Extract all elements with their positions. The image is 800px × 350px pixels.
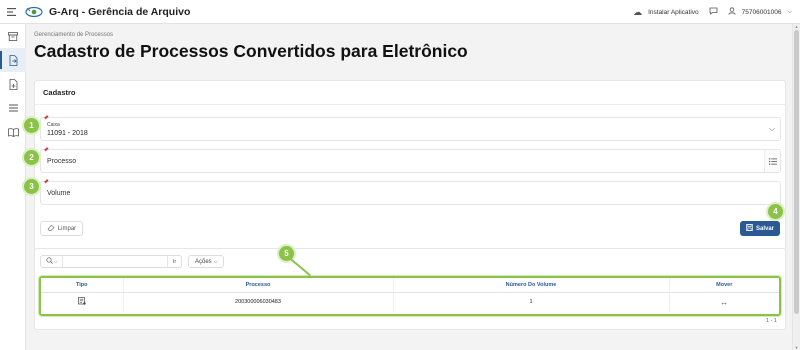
processo-cell: 200300006030483 <box>123 292 394 312</box>
section-title: Cadastro <box>35 81 785 105</box>
step-badge-3: 3 <box>24 179 39 194</box>
caixa-label: Caixa <box>47 122 60 128</box>
step-badge-4: 4 <box>768 204 783 219</box>
save-icon <box>746 224 753 233</box>
required-marker <box>44 147 50 153</box>
salvar-label: Salvar <box>755 225 774 232</box>
app-title: G-Arq - Gerência de Arquivo <box>49 5 191 18</box>
hamburger-menu-icon[interactable] <box>0 0 22 24</box>
col-header-mover[interactable]: Mover <box>669 278 779 293</box>
chevron-down-icon[interactable]: ⌵ <box>787 9 792 16</box>
chevron-down-icon: ⌵ <box>213 258 218 265</box>
search-group: ⌵ Ir <box>40 255 182 268</box>
table-header-row: Tipo Processo Número Do Volume Mover <box>41 278 779 293</box>
page-title: Cadastro de Processos Convertidos para E… <box>34 41 468 61</box>
sidebar-item-book[interactable] <box>0 120 26 144</box>
sidebar-item-process-conversion[interactable] <box>0 48 26 72</box>
app-logo-icon <box>24 5 44 19</box>
acoes-label: Ações <box>195 258 212 265</box>
tipo-cell <box>41 292 124 312</box>
user-id[interactable]: 75706001006 <box>742 9 782 16</box>
eraser-icon <box>47 224 55 233</box>
sidebar-item-list[interactable] <box>0 96 26 120</box>
document-list-icon <box>77 297 86 307</box>
table-toolbar: ⌵ Ir Ações ⌵ <box>40 255 225 268</box>
ir-button[interactable]: Ir <box>167 256 181 267</box>
pagination-info: 1 - 1 <box>765 318 777 324</box>
top-right-actions: ☁ Instalar Aplicativo 75706001006 ⌵ <box>633 0 792 24</box>
chevron-down-icon: ⌵ <box>53 258 58 265</box>
col-header-tipo[interactable]: Tipo <box>41 278 124 293</box>
main-content: Gerenciamento de Processos Cadastro de P… <box>24 24 792 350</box>
caixa-select[interactable]: Caixa 11091 - 2018 ⌵ <box>40 115 781 141</box>
search-input[interactable] <box>63 256 167 267</box>
cloud-download-icon[interactable]: ☁ <box>633 7 642 18</box>
step-badge-1: 1 <box>24 118 39 133</box>
sidebar-item-archive[interactable] <box>0 24 26 48</box>
mover-cell: ↔ <box>669 292 779 312</box>
caixa-value: 11091 - 2018 <box>47 130 88 137</box>
acoes-menu-button[interactable]: Ações ⌵ <box>188 255 225 268</box>
chat-icon[interactable] <box>709 7 718 17</box>
col-header-processo[interactable]: Processo <box>123 278 394 293</box>
processo-field[interactable]: Processo <box>40 147 781 173</box>
processo-placeholder: Processo <box>47 158 77 165</box>
top-bar: G-Arq - Gerência de Arquivo ☁ Instalar A… <box>0 0 800 24</box>
search-column-dropdown[interactable]: ⌵ <box>41 256 63 267</box>
numero-volume-cell: 1 <box>393 292 670 312</box>
required-marker <box>44 115 50 121</box>
breadcrumb[interactable]: Gerenciamento de Processos <box>34 32 113 38</box>
list-lookup-icon[interactable] <box>764 150 780 172</box>
required-marker <box>44 179 50 185</box>
step-badge-2: 2 <box>24 150 39 165</box>
chevron-down-icon[interactable]: ⌵ <box>764 118 780 140</box>
page-scrollbar[interactable]: ▲ ▼ <box>792 24 800 350</box>
results-table: Tipo Processo Número Do Volume Mover 200… <box>41 278 779 312</box>
table-row[interactable]: 200300006030483 1 ↔ <box>41 292 779 312</box>
limpar-label: Limpar <box>57 225 77 232</box>
sidebar-item-document-add[interactable] <box>0 72 26 96</box>
scroll-thumb[interactable] <box>794 30 799 314</box>
limpar-button[interactable]: Limpar <box>40 221 83 236</box>
install-app-link[interactable]: Instalar Aplicativo <box>648 9 699 16</box>
user-icon[interactable] <box>728 7 736 17</box>
volume-placeholder: Volume <box>47 190 71 197</box>
results-table-highlight: Tipo Processo Número Do Volume Mover 200… <box>39 276 781 316</box>
sidebar <box>0 24 26 350</box>
cadastro-card: Cadastro Caixa 11091 - 2018 ⌵ Processo V… <box>34 80 786 266</box>
scroll-down-icon[interactable]: ▼ <box>793 345 800 350</box>
salvar-button[interactable]: Salvar <box>740 221 780 236</box>
col-header-numero-volume[interactable]: Número Do Volume <box>393 278 670 293</box>
volume-field[interactable]: Volume <box>40 179 781 205</box>
scroll-up-icon[interactable]: ▲ <box>793 24 800 29</box>
search-icon <box>46 257 53 266</box>
results-card: ⌵ Ir Ações ⌵ Tipo Processo Número Do Vol… <box>34 248 786 330</box>
swap-arrows-icon[interactable]: ↔ <box>720 298 728 307</box>
